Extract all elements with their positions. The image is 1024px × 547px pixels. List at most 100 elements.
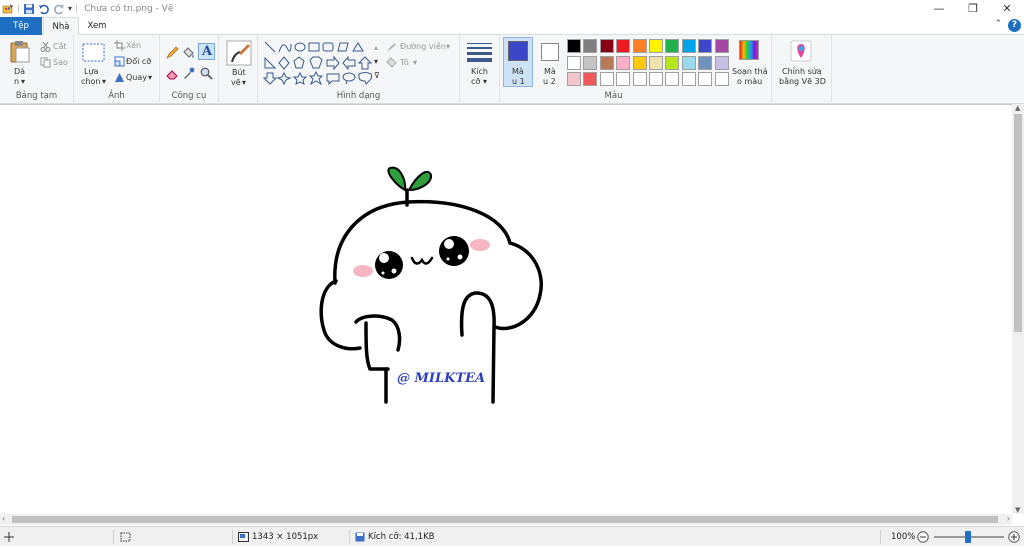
drawing-canvas[interactable]: @ MILKTEA [0, 105, 1012, 515]
outline-dropdown-icon[interactable]: ▾ [446, 42, 450, 51]
eraser-icon[interactable] [166, 67, 179, 80]
palette-swatch[interactable] [599, 55, 614, 70]
shapes-gallery[interactable] [263, 40, 381, 86]
size-label-2[interactable]: cỡ [471, 77, 480, 86]
rotate-label[interactable]: Quay [126, 73, 147, 82]
palette-swatch[interactable] [583, 39, 598, 53]
shapes-scroll-up-icon[interactable]: ▴ [374, 43, 378, 52]
brushes-label-2[interactable]: vẽ [231, 78, 241, 87]
palette-swatch[interactable] [681, 72, 696, 86]
crop-icon[interactable] [114, 40, 125, 51]
edit-colors-icon[interactable] [739, 40, 759, 60]
redo-icon[interactable] [53, 3, 65, 15]
palette-swatch[interactable] [714, 39, 729, 53]
paint3d-icon[interactable] [790, 40, 812, 62]
size-label-1[interactable]: Kích [471, 67, 488, 76]
zoom-slider-thumb[interactable] [965, 531, 971, 543]
palette-swatch[interactable] [714, 72, 729, 86]
palette-swatch[interactable] [649, 72, 663, 86]
edit-colors-label-2[interactable]: o màu [737, 77, 762, 86]
vertical-scroll-thumb[interactable] [1014, 114, 1022, 332]
color2-label-1[interactable]: Mà [544, 67, 556, 76]
palette-swatch[interactable] [698, 55, 713, 70]
palette-swatch[interactable] [616, 39, 631, 53]
vertical-scrollbar[interactable]: ▲ ▼ [1012, 104, 1024, 514]
magnifier-icon[interactable] [200, 67, 213, 80]
help-icon[interactable]: ? [1008, 19, 1021, 32]
fill-dropdown-icon[interactable]: ▾ [413, 58, 417, 67]
palette-swatch[interactable] [665, 72, 680, 86]
color-picker-icon[interactable] [182, 67, 195, 80]
palette-swatch[interactable] [649, 39, 663, 53]
fill-icon[interactable] [386, 57, 397, 68]
palette-swatch[interactable] [698, 72, 713, 86]
palette-swatch[interactable] [616, 72, 631, 86]
brushes-label-1[interactable]: Bút [232, 68, 246, 77]
palette-swatch[interactable] [632, 72, 647, 86]
brushes-dropdown-icon[interactable]: ▾ [242, 78, 246, 87]
fill-bucket-icon[interactable] [182, 46, 195, 59]
scroll-right-icon[interactable]: › [1007, 514, 1010, 523]
outline-icon[interactable] [386, 42, 397, 53]
maximize-button[interactable]: ❐ [956, 0, 990, 16]
color2-label-2[interactable]: u 2 [543, 77, 556, 86]
customize-qa-icon[interactable]: ▾ [68, 4, 72, 13]
collapse-ribbon-icon[interactable]: ⌃ [994, 19, 1002, 29]
palette-swatch[interactable] [567, 39, 581, 53]
paste-icon[interactable] [9, 40, 31, 64]
palette-swatch[interactable] [681, 39, 696, 53]
paint3d-label-2[interactable]: bằng Vẽ 3D [779, 77, 826, 86]
palette-swatch[interactable] [583, 72, 598, 86]
color2-swatch[interactable] [541, 43, 559, 61]
zoom-out-icon[interactable] [917, 531, 929, 543]
palette-swatch[interactable] [649, 55, 663, 70]
copy-label[interactable]: Sao [53, 58, 68, 67]
cut-label[interactable]: Cắt [53, 42, 67, 51]
palette-swatch[interactable] [599, 72, 614, 86]
palette-swatch[interactable] [665, 55, 680, 70]
text-tool-icon[interactable]: A [198, 43, 215, 60]
select-dropdown-icon[interactable]: ▾ [102, 77, 106, 86]
palette-swatch[interactable] [632, 55, 647, 70]
canvas-area[interactable]: @ MILKTEA [0, 104, 1012, 514]
scroll-up-icon[interactable]: ▲ [1015, 104, 1020, 112]
palette-swatch[interactable] [681, 55, 696, 70]
edit-colors-label-1[interactable]: Soạn thả [732, 67, 768, 76]
shapes-scroll-down-icon[interactable]: ▾ [374, 57, 378, 66]
horizontal-scrollbar[interactable]: ‹ › [0, 514, 1012, 525]
paste-label-1[interactable]: Dá [14, 67, 25, 76]
zoom-in-button[interactable] [1008, 527, 1020, 547]
horizontal-scroll-thumb[interactable] [12, 516, 998, 523]
cut-icon[interactable] [40, 41, 51, 52]
paint3d-label-1[interactable]: Chỉnh sửa [782, 67, 822, 76]
fill-label[interactable]: Tô [400, 58, 409, 67]
palette-swatch[interactable] [567, 72, 581, 86]
paste-dropdown-icon[interactable]: ▾ [21, 77, 25, 86]
palette-swatch[interactable] [698, 39, 713, 53]
brush-icon[interactable] [226, 40, 252, 66]
palette-swatch[interactable] [632, 39, 647, 53]
shapes-more-icon[interactable]: ⊽ [374, 71, 380, 80]
copy-icon[interactable] [40, 57, 51, 68]
select-label-1[interactable]: Lựa [84, 67, 98, 76]
scroll-down-icon[interactable]: ▼ [1015, 506, 1020, 514]
palette-swatch[interactable] [616, 55, 631, 70]
resize-label[interactable]: Đổi cỡ [126, 57, 151, 66]
zoom-in-icon[interactable] [1008, 531, 1020, 543]
palette-swatch[interactable] [665, 39, 680, 53]
save-icon[interactable] [23, 3, 35, 15]
resize-icon[interactable] [114, 56, 125, 67]
size-icon[interactable] [467, 42, 492, 62]
crop-label[interactable]: Xén [126, 41, 141, 50]
paint-app-icon[interactable] [2, 3, 14, 15]
palette-swatch[interactable] [567, 55, 581, 70]
palette-swatch[interactable] [714, 55, 729, 70]
palette-swatch[interactable] [583, 55, 598, 70]
pencil-icon[interactable] [166, 46, 179, 59]
tab-home[interactable]: Nhà [43, 17, 79, 36]
outline-label[interactable]: Đường viền [400, 42, 446, 51]
minimize-button[interactable]: — [922, 0, 956, 16]
select-icon[interactable] [82, 43, 105, 62]
rotate-dropdown-icon[interactable]: ▾ [148, 73, 152, 82]
undo-icon[interactable] [38, 3, 50, 15]
